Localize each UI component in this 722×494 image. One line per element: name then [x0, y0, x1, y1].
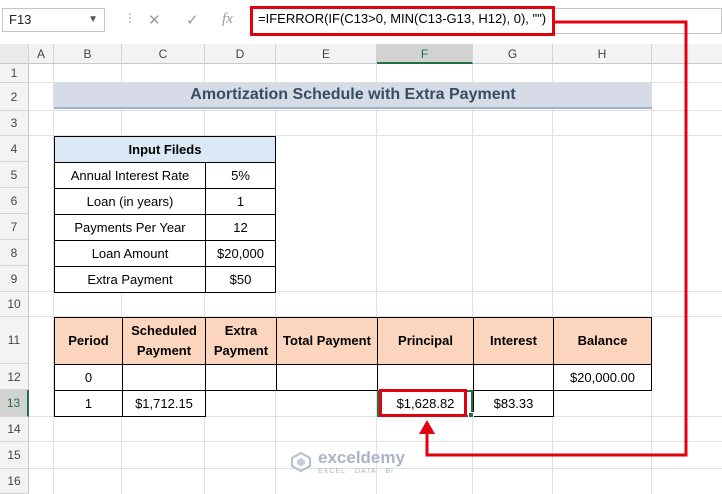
- row-header-9[interactable]: 9: [0, 266, 29, 292]
- input-label[interactable]: Extra Payment: [54, 266, 206, 293]
- table-cell-empty[interactable]: [553, 390, 652, 417]
- column-header-e[interactable]: E: [276, 44, 377, 64]
- input-label[interactable]: Annual Interest Rate: [54, 162, 206, 189]
- row-header-15[interactable]: 15: [0, 442, 29, 469]
- sheet-title: Amortization Schedule with Extra Payment: [54, 83, 652, 109]
- input-value[interactable]: $50: [205, 266, 276, 293]
- row-header-7[interactable]: 7: [0, 214, 29, 240]
- fill-handle[interactable]: [468, 412, 474, 418]
- input-label[interactable]: Loan Amount: [54, 240, 206, 267]
- schedule-header-balance[interactable]: Balance: [553, 317, 652, 365]
- table-cell[interactable]: $83.33: [473, 390, 554, 417]
- enter-icon[interactable]: ✓: [186, 11, 199, 29]
- schedule-header-total-payment[interactable]: Total Payment: [276, 317, 378, 365]
- input-value[interactable]: 12: [205, 214, 276, 241]
- watermark-name: exceldemy: [318, 448, 405, 467]
- row-header-5[interactable]: 5: [0, 162, 29, 188]
- table-cell[interactable]: 0: [54, 364, 123, 391]
- more-options-icon[interactable]: ⋮: [124, 11, 136, 25]
- gridline: [552, 64, 553, 494]
- input-label[interactable]: Payments Per Year: [54, 214, 206, 241]
- row-header-11[interactable]: 11: [0, 317, 29, 364]
- table-cell[interactable]: [473, 364, 554, 391]
- column-header-b[interactable]: B: [54, 44, 122, 64]
- watermark-logo: exceldemy EXCEL · DATA · BI: [290, 448, 405, 475]
- gridline: [651, 64, 652, 494]
- formula-highlight-box: [250, 6, 555, 36]
- row-header-4[interactable]: 4: [0, 136, 29, 162]
- schedule-header-interest[interactable]: Interest: [473, 317, 554, 365]
- input-value[interactable]: 5%: [205, 162, 276, 189]
- input-value[interactable]: $20,000: [205, 240, 276, 267]
- row-header-6[interactable]: 6: [0, 188, 29, 214]
- cancel-icon[interactable]: ✕: [148, 11, 161, 29]
- table-cell[interactable]: $20,000.00: [553, 364, 652, 391]
- input-value[interactable]: 1: [205, 188, 276, 215]
- table-cell[interactable]: [377, 364, 474, 391]
- gridline: [376, 64, 377, 494]
- value-highlight-box: [379, 389, 467, 417]
- schedule-header-principal[interactable]: Principal: [377, 317, 474, 365]
- column-header-blank: [652, 44, 722, 64]
- table-cell[interactable]: [276, 364, 378, 391]
- exceldemy-logo-icon: [291, 451, 311, 472]
- row-header-8[interactable]: 8: [0, 240, 29, 266]
- schedule-header-period[interactable]: Period: [54, 317, 123, 365]
- watermark-tagline: EXCEL · DATA · BI: [318, 468, 394, 475]
- row-header-12[interactable]: 12: [0, 364, 29, 390]
- chevron-down-icon[interactable]: ▼: [88, 9, 98, 31]
- row-header-13[interactable]: 13: [0, 390, 29, 417]
- schedule-header-scheduled-payment[interactable]: Scheduled Payment: [122, 317, 206, 365]
- row-header-14[interactable]: 14: [0, 417, 29, 442]
- column-header-h[interactable]: H: [553, 44, 652, 64]
- table-cell[interactable]: [205, 364, 277, 391]
- insert-function-icon[interactable]: fx: [222, 11, 233, 28]
- gridline: [29, 441, 722, 442]
- column-header-f[interactable]: F: [377, 44, 473, 64]
- name-box[interactable]: F13 ▼: [2, 8, 105, 32]
- name-box-value: F13: [9, 12, 32, 27]
- table-cell-empty[interactable]: [205, 390, 377, 417]
- table-cell[interactable]: $1,712.15: [122, 390, 206, 417]
- input-table-header[interactable]: Input Fileds: [54, 136, 276, 163]
- schedule-header-extra-payment[interactable]: Extra Payment: [205, 317, 277, 365]
- row-header-3[interactable]: 3: [0, 111, 29, 136]
- column-header-d[interactable]: D: [205, 44, 276, 64]
- row-header-1[interactable]: 1: [0, 64, 29, 83]
- gridline: [472, 64, 473, 494]
- row-header-16[interactable]: 16: [0, 469, 29, 494]
- column-header-a[interactable]: A: [29, 44, 54, 64]
- table-cell[interactable]: [122, 364, 206, 391]
- table-cell[interactable]: 1: [54, 390, 123, 417]
- select-all-corner[interactable]: [0, 44, 29, 64]
- input-label[interactable]: Loan (in years): [54, 188, 206, 215]
- column-header-c[interactable]: C: [122, 44, 205, 64]
- gridline: [29, 110, 722, 111]
- row-header-2[interactable]: 2: [0, 83, 29, 111]
- row-header-10[interactable]: 10: [0, 292, 29, 317]
- column-header-g[interactable]: G: [473, 44, 553, 64]
